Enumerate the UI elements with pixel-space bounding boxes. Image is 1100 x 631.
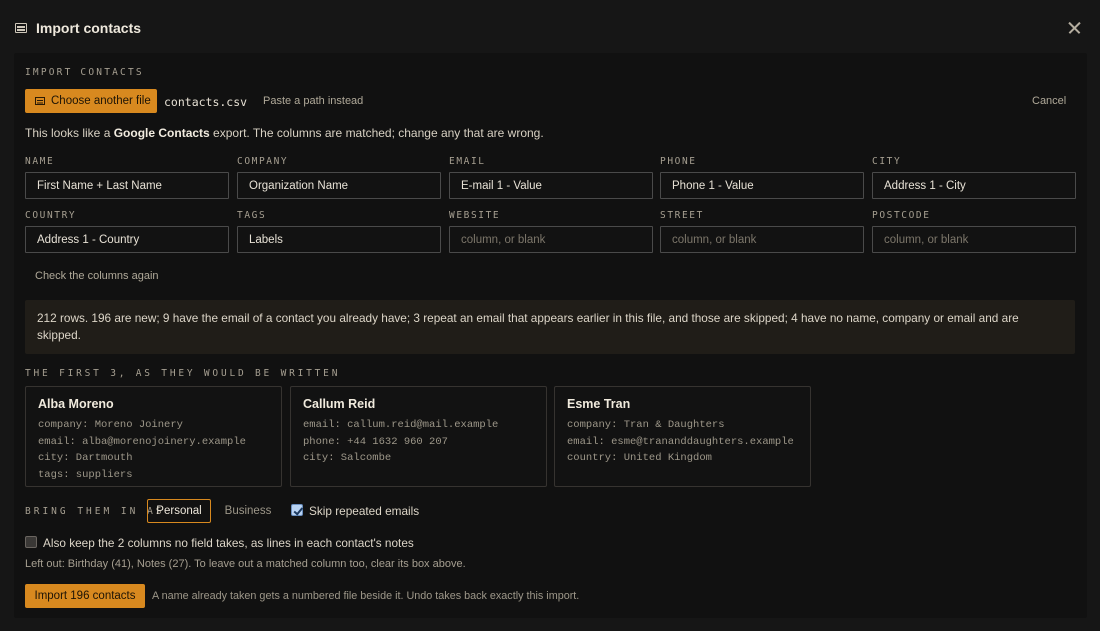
import-contacts-button[interactable]: Import 196 contacts (25, 584, 145, 608)
keep-notes-checkbox[interactable] (25, 536, 37, 548)
import-note: A name already taken gets a numbered fil… (152, 590, 580, 602)
tags-column-input[interactable] (237, 226, 441, 253)
preview-card-line: phone: +44 1632 960 207 (303, 435, 448, 448)
close-icon[interactable] (1066, 19, 1084, 37)
website-column-input[interactable] (449, 226, 653, 253)
cancel-button[interactable]: Cancel (1032, 95, 1066, 107)
phone-column-input[interactable] (660, 172, 864, 199)
preview-card-line: email: callum.reid@mail.example (303, 419, 499, 431)
preview-card-2: Callum Reid email: callum.reid@mail.exam… (290, 386, 547, 487)
file-icon (35, 97, 45, 105)
import-summary: 212 rows. 196 are new; 9 have the email … (25, 300, 1075, 354)
preview-card-name: Alba Moreno (38, 397, 114, 411)
street-field-label: STREET (660, 210, 704, 221)
preview-card-line: city: Salcombe (303, 452, 392, 465)
choose-file-label: Choose another file (51, 95, 151, 107)
city-column-input[interactable] (872, 172, 1076, 199)
business-option[interactable]: Business (217, 499, 279, 523)
detected-source: Google Contacts (113, 126, 210, 140)
postcode-column-input[interactable] (872, 226, 1076, 253)
detected-source-message: This looks like a Google Contacts export… (25, 126, 544, 140)
dialog-title: Import contacts (36, 20, 142, 36)
preview-card-line: company: Moreno Joinery (38, 419, 183, 431)
preview-card-line: email: esme@trananddaughters.example (567, 435, 794, 448)
preview-card-line: company: Tran & Daughters (567, 419, 725, 431)
preview-card-line: city: Dartmouth (38, 452, 133, 465)
preview-card-3: Esme Tran company: Tran & Daughters emai… (554, 386, 811, 487)
preview-card-name: Callum Reid (303, 397, 376, 411)
email-field-label: EMAIL (449, 156, 486, 167)
preview-card-1: Alba Moreno company: Moreno Joinery emai… (25, 386, 282, 487)
preview-card-line: country: United Kingdom (567, 452, 712, 465)
city-field-label: CITY (872, 156, 902, 167)
company-field-label: COMPANY (237, 156, 289, 167)
left-out-columns: Left out: Birthday (41), Notes (27). To … (25, 558, 466, 570)
phone-field-label: PHONE (660, 156, 697, 167)
country-column-input[interactable] (25, 226, 229, 253)
title-bar: Import contacts (0, 0, 1100, 56)
skip-repeated-label: Skip repeated emails (309, 504, 420, 518)
website-field-label: WEBSITE (449, 210, 501, 221)
street-column-input[interactable] (660, 226, 864, 253)
check-columns-again-link[interactable]: Check the columns again (35, 270, 159, 282)
preview-card-line: tags: suppliers (38, 468, 133, 481)
postcode-field-label: POSTCODE (872, 210, 931, 221)
personal-option[interactable]: Personal (147, 499, 211, 523)
email-column-input[interactable] (449, 172, 653, 199)
bring-in-section-label: BRING THEM IN AS (25, 506, 165, 517)
selected-filename: contacts.csv (164, 95, 248, 109)
tags-field-label: TAGS (237, 210, 267, 221)
import-section-label: IMPORT CONTACTS (25, 67, 144, 78)
company-column-input[interactable] (237, 172, 441, 199)
name-field-label: NAME (25, 156, 55, 167)
name-column-input[interactable] (25, 172, 229, 199)
keep-notes-label: Also keep the 2 columns no field takes, … (43, 536, 414, 550)
preview-card-name: Esme Tran (567, 397, 631, 411)
preview-section-label: THE FIRST 3, AS THEY WOULD BE WRITTEN (25, 368, 341, 379)
choose-file-button[interactable]: Choose another file (25, 89, 157, 113)
paste-path-link[interactable]: Paste a path instead (263, 95, 363, 107)
table-icon (15, 23, 27, 33)
country-field-label: COUNTRY (25, 210, 77, 221)
preview-card-line: email: alba@morenojoinery.example (38, 435, 246, 448)
skip-repeated-checkbox[interactable] (291, 504, 303, 516)
